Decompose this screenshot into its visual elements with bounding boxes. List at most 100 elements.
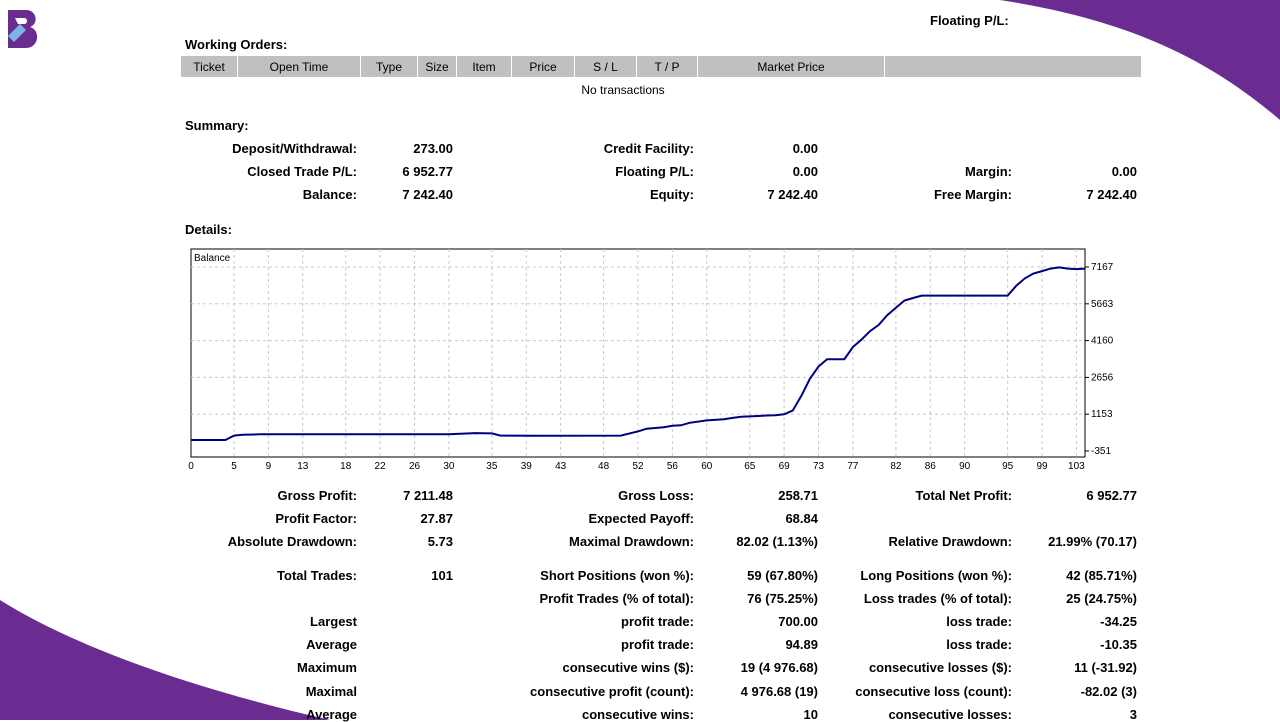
x-tick-label: 99 (1036, 461, 1048, 472)
col-ticket[interactable]: Ticket (181, 56, 238, 77)
x-tick-label: 103 (1068, 461, 1085, 472)
stat-label: loss trade: (946, 637, 1012, 652)
col-type[interactable]: Type (361, 56, 418, 77)
stat-label: Total Trades: (277, 568, 357, 583)
stat-value: 25 (24.75%) (1066, 591, 1137, 606)
col-market-price[interactable]: Market Price (698, 56, 885, 77)
top-floating-label: Floating P/L: (930, 13, 1009, 28)
summary-value: 7 242.40 (767, 187, 818, 202)
x-tick-label: 18 (340, 461, 352, 472)
details-title: Details: (185, 222, 232, 237)
x-tick-label: 60 (701, 461, 713, 472)
no-transactions-text: No transactions (581, 83, 665, 97)
col-price[interactable]: Price (512, 56, 575, 77)
stat-label: Short Positions (won %): (540, 568, 694, 583)
stat-value: 258.71 (778, 488, 818, 503)
stat-value: 5.73 (427, 534, 453, 549)
y-tick-label: 2656 (1091, 372, 1114, 383)
x-tick-label: 22 (375, 461, 387, 472)
stat-label: Gross Loss: (618, 488, 694, 503)
stat-value: 59 (67.80%) (747, 568, 818, 583)
x-tick-label: 5 (231, 461, 237, 472)
x-tick-label: 95 (1002, 461, 1014, 472)
stat-label: Profit Trades (% of total): (539, 591, 694, 606)
summary-label: Balance: (302, 187, 357, 202)
summary-label: Floating P/L: (615, 164, 694, 179)
stat-value: -10.35 (1100, 637, 1137, 652)
stat-value: -82.02 (3) (1080, 684, 1137, 699)
x-tick-label: 56 (667, 461, 679, 472)
y-tick-label: 4160 (1091, 336, 1114, 347)
stat-value: 68.84 (785, 511, 818, 526)
stat-label: Profit Factor: (275, 511, 357, 526)
stat-value: 94.89 (785, 637, 818, 652)
stat-label: consecutive profit (count): (530, 684, 694, 699)
summary-label: Margin: (965, 164, 1012, 179)
stat-value: 7 211.48 (403, 488, 453, 503)
stat-label: Long Positions (won %): (860, 568, 1012, 583)
stat-value: 82.02 (1.13%) (736, 534, 818, 549)
stat-value: 11 (-31.92) (1074, 660, 1137, 675)
working-orders-header: Ticket Open Time Type Size Item Price S … (181, 56, 1141, 77)
col-blank (885, 56, 1141, 77)
stat-value: 4 976.68 (19) (740, 684, 818, 699)
stat-label: Maximum (297, 660, 357, 675)
x-tick-label: 30 (443, 461, 455, 472)
x-tick-label: 35 (486, 461, 498, 472)
stat-label: consecutive losses ($): (868, 660, 1012, 675)
summary-value: 7 242.40 (1086, 187, 1137, 202)
x-tick-label: 43 (555, 461, 567, 472)
summary-label: Equity: (649, 187, 694, 202)
col-open-time[interactable]: Open Time (238, 56, 361, 77)
stat-value: 101 (431, 568, 453, 583)
stat-value: 6 952.77 (1086, 488, 1137, 503)
summary-value: 0.00 (1111, 164, 1137, 179)
x-tick-label: 26 (409, 461, 421, 472)
x-tick-label: 73 (813, 461, 825, 472)
x-tick-label: 86 (925, 461, 937, 472)
stat-value: 21.99% (70.17) (1048, 534, 1137, 549)
stat-label: Absolute Drawdown: (227, 534, 357, 549)
stat-label: profit trade: (621, 637, 694, 652)
y-tick-label: -351 (1091, 446, 1111, 457)
stat-label: Expected Payoff: (588, 511, 694, 526)
stat-label: Average (306, 637, 357, 652)
x-tick-label: 9 (266, 461, 272, 472)
chart-title: Balance (194, 253, 231, 264)
summary-label: Closed Trade P/L: (247, 164, 357, 179)
stat-value: 42 (85.71%) (1066, 568, 1137, 583)
y-tick-label: 5663 (1091, 299, 1114, 310)
x-tick-label: 52 (632, 461, 644, 472)
working-orders-title: Working Orders: (185, 37, 288, 52)
col-tp[interactable]: T / P (637, 56, 698, 77)
balance-chart: 0 5 9 13 18 22 26 30 35 39 43 48 52 56 60 65 69 73 77 82 86 9… (188, 248, 1114, 472)
stat-label: Relative Drawdown: (888, 534, 1012, 549)
stat-value: -34.25 (1100, 614, 1137, 629)
stat-label: Loss trades (% of total): (863, 591, 1012, 606)
brand-logo-icon (8, 10, 38, 48)
stat-value: 19 (4 976.68) (740, 660, 818, 675)
stat-label: consecutive loss (count): (855, 684, 1012, 699)
x-tick-label: 65 (744, 461, 756, 472)
stat-label: consecutive wins ($): (562, 660, 694, 675)
x-tick-label: 69 (779, 461, 791, 472)
stat-value: 700.00 (778, 614, 818, 629)
summary-value: 7 242.40 (402, 187, 453, 202)
x-tick-label: 90 (959, 461, 971, 472)
stat-label: profit trade: (621, 614, 694, 629)
x-tick-label: 77 (847, 461, 859, 472)
y-tick-label: 7167 (1091, 262, 1114, 273)
col-item[interactable]: Item (457, 56, 512, 77)
summary-label: Credit Facility: (603, 141, 694, 156)
summary-label: Free Margin: (933, 187, 1012, 202)
summary-value: 273.00 (413, 141, 453, 156)
summary-label: Deposit/Withdrawal: (232, 141, 357, 156)
stat-value: 27.87 (420, 511, 453, 526)
stat-label: Gross Profit: (277, 488, 357, 503)
x-tick-label: 0 (188, 461, 194, 472)
summary-value: 6 952.77 (402, 164, 453, 179)
col-sl[interactable]: S / L (575, 56, 637, 77)
x-tick-label: 13 (297, 461, 309, 472)
x-tick-label: 82 (890, 461, 902, 472)
col-size[interactable]: Size (418, 56, 457, 77)
